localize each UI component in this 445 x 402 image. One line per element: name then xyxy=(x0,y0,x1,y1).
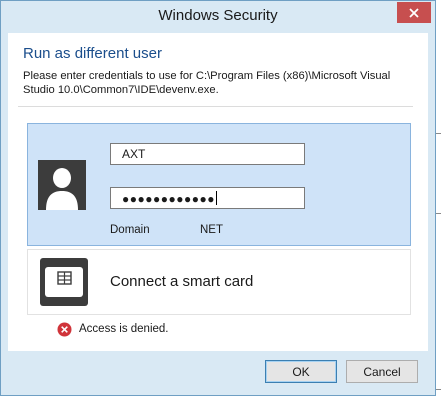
domain-label: Domain xyxy=(110,224,150,236)
domain-value: NET xyxy=(200,224,223,236)
smart-card-icon xyxy=(40,258,88,306)
smart-card-tile[interactable]: Connect a smart card xyxy=(27,249,411,315)
ok-button[interactable]: OK xyxy=(265,360,337,383)
divider xyxy=(18,106,413,107)
error-icon xyxy=(57,322,72,337)
title-bar: Windows Security xyxy=(1,1,435,33)
prompt-description: Please enter credentials to use for C:\P… xyxy=(23,70,391,96)
close-button[interactable] xyxy=(397,2,431,23)
credential-tile[interactable]: AXT ●●●●●●●●●●●● Domain NET xyxy=(27,123,411,246)
dialog-content: Run as different user Please enter crede… xyxy=(8,33,428,351)
close-icon xyxy=(409,7,419,18)
password-field[interactable]: ●●●●●●●●●●●● xyxy=(110,187,305,209)
password-value: ●●●●●●●●●●●● xyxy=(122,192,215,206)
username-value: AXT xyxy=(122,147,146,161)
windows-security-dialog: Windows Security Run as different user P… xyxy=(0,0,436,396)
cancel-button[interactable]: Cancel xyxy=(346,360,418,383)
text-caret xyxy=(215,191,217,205)
user-avatar-icon xyxy=(38,160,86,210)
error-message: Access is denied. xyxy=(79,323,169,335)
prompt-heading: Run as different user xyxy=(23,45,162,62)
smart-card-label: Connect a smart card xyxy=(110,273,254,290)
window-title: Windows Security xyxy=(158,7,278,24)
username-field[interactable]: AXT xyxy=(110,143,305,165)
